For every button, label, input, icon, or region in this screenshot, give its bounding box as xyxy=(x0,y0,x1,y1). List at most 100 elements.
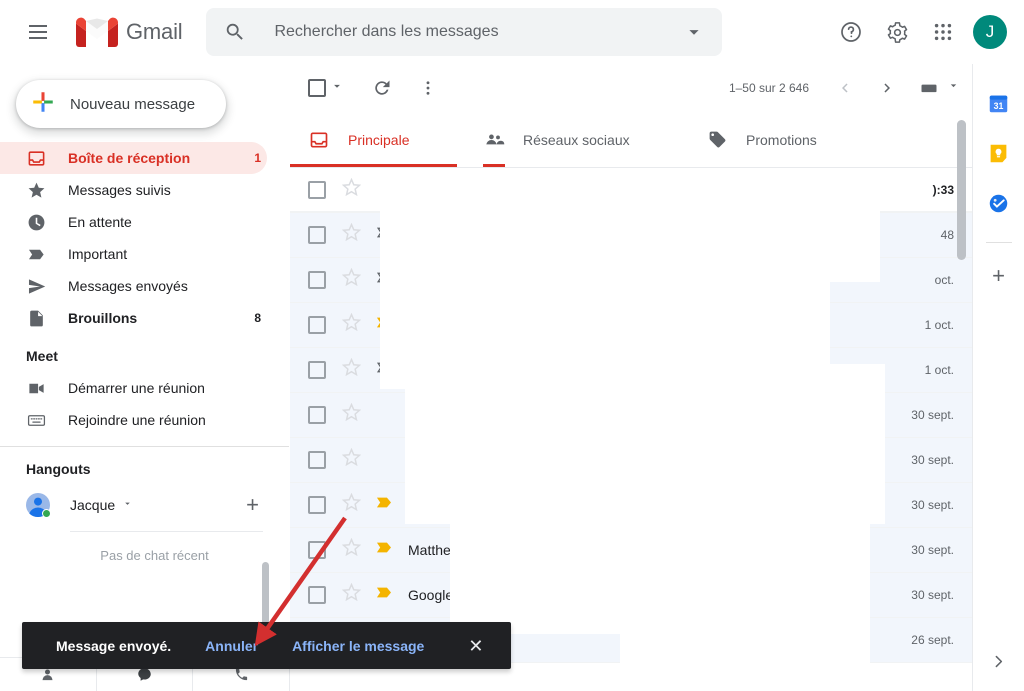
sidebar-item-important[interactable]: Important xyxy=(0,238,267,270)
hangouts-add-button[interactable]: + xyxy=(246,494,259,516)
table-row[interactable]: 1 oct. xyxy=(290,303,972,348)
important-icon[interactable] xyxy=(376,359,394,381)
table-row[interactable]: WordP 48 xyxy=(290,213,972,258)
undo-link[interactable]: Annuler xyxy=(205,638,258,654)
hangouts-divider xyxy=(70,531,263,532)
row-checkbox[interactable] xyxy=(308,271,326,289)
gmail-logo: Gmail xyxy=(76,17,183,48)
search-options-chevron-down-icon[interactable] xyxy=(674,12,714,52)
chevron-down-icon[interactable] xyxy=(122,496,133,514)
google-keep-icon[interactable] xyxy=(988,142,1010,164)
star-icon[interactable] xyxy=(341,537,362,562)
sidebar-item-sent[interactable]: Messages envoyés xyxy=(0,270,267,302)
table-row[interactable]: 30 sept. xyxy=(290,483,972,528)
previous-page-icon[interactable] xyxy=(825,68,865,108)
row-checkbox[interactable] xyxy=(308,316,326,334)
message-rows: ):33 WordP 48 oct. 1 oct. 1 oct. 30 sept. 30 se… xyxy=(290,168,972,663)
hangouts-account[interactable]: Jacque + xyxy=(0,485,289,525)
hangouts-section-title: Hangouts xyxy=(26,461,91,477)
google-calendar-icon[interactable]: 31 xyxy=(988,92,1010,114)
next-page-icon[interactable] xyxy=(867,68,907,108)
hangouts-avatar-icon xyxy=(26,493,51,518)
star-icon[interactable] xyxy=(341,177,362,202)
close-icon[interactable]: ✕ xyxy=(468,637,483,655)
table-row[interactable]: 30 sept. xyxy=(290,393,972,438)
sidebar-item-label: Important xyxy=(68,246,128,262)
help-icon[interactable] xyxy=(829,10,873,54)
table-row[interactable]: oct. xyxy=(290,258,972,303)
message-sender: WordP xyxy=(408,227,451,243)
category-tabs: Principale Réseaux sociaux Promotions xyxy=(290,112,972,168)
message-date: 30 sept. xyxy=(911,453,954,467)
sidebar-nav: Boîte de réception 1 Messages suivis En … xyxy=(0,142,289,334)
table-row[interactable]: Google Se 30 sept. xyxy=(290,573,972,618)
row-checkbox[interactable] xyxy=(308,496,326,514)
row-checkbox[interactable] xyxy=(308,541,326,559)
toast-message: Message envoyé. xyxy=(56,637,172,654)
tab-promotions[interactable]: Promotions xyxy=(706,112,906,167)
row-checkbox[interactable] xyxy=(308,406,326,424)
sidebar-item-snoozed[interactable]: En attente xyxy=(0,206,267,238)
compose-button[interactable]: Nouveau message xyxy=(16,80,226,128)
sidebar-item-join-meeting[interactable]: Rejoindre une réunion xyxy=(0,404,267,436)
avatar[interactable]: J xyxy=(973,15,1007,49)
row-checkbox[interactable] xyxy=(308,586,326,604)
list-toolbar: 1–50 sur 2 646 xyxy=(290,64,972,112)
draft-icon xyxy=(26,308,46,328)
row-checkbox[interactable] xyxy=(308,181,326,199)
tab-label: Promotions xyxy=(746,131,817,148)
expand-panel-chevron-right-icon[interactable] xyxy=(990,653,1007,675)
message-date: 1 oct. xyxy=(924,318,954,332)
apps-grid-icon[interactable] xyxy=(921,10,965,54)
star-icon[interactable] xyxy=(341,222,362,247)
tab-principale[interactable]: Principale xyxy=(290,112,483,167)
table-row[interactable]: 30 sept. xyxy=(290,438,972,483)
row-checkbox[interactable] xyxy=(308,451,326,469)
table-row[interactable]: ):33 xyxy=(290,168,972,213)
select-all-chevron-down-icon[interactable] xyxy=(330,79,344,98)
important-icon[interactable] xyxy=(376,584,394,606)
important-icon[interactable] xyxy=(376,539,394,561)
sidebar-item-start-meeting[interactable]: Démarrer une réunion xyxy=(0,372,267,404)
main-menu-icon[interactable] xyxy=(14,8,62,56)
star-icon[interactable] xyxy=(341,402,362,427)
tab-reseaux-sociaux[interactable]: Réseaux sociaux xyxy=(483,112,706,167)
star-icon[interactable] xyxy=(341,267,362,292)
star-icon[interactable] xyxy=(341,447,362,472)
sidebar-item-inbox[interactable]: Boîte de réception 1 xyxy=(0,142,267,174)
table-row[interactable]: Matthew V 30 sept. xyxy=(290,528,972,573)
important-icon[interactable] xyxy=(376,224,394,246)
google-tasks-icon[interactable] xyxy=(988,192,1010,214)
row-checkbox[interactable] xyxy=(308,361,326,379)
input-tools-chevron-down-icon[interactable] xyxy=(947,79,960,97)
more-options-icon[interactable] xyxy=(408,68,448,108)
message-date: oct. xyxy=(934,273,954,287)
message-list-pane: 1–50 sur 2 646 Principale Réseaux sociau… xyxy=(290,64,972,691)
refresh-icon[interactable] xyxy=(362,68,402,108)
message-list-scrollbar[interactable] xyxy=(957,120,966,260)
view-message-link[interactable]: Afficher le message xyxy=(292,638,424,654)
add-addon-button[interactable]: + xyxy=(992,265,1005,287)
input-tools-icon[interactable] xyxy=(909,68,949,108)
star-icon[interactable] xyxy=(341,312,362,337)
hangouts-user-name: Jacque xyxy=(70,497,116,513)
sidebar-item-label: Boîte de réception xyxy=(68,150,191,166)
search-bar[interactable] xyxy=(206,8,723,56)
important-icon[interactable] xyxy=(376,269,394,291)
sidebar-item-starred[interactable]: Messages suivis xyxy=(0,174,267,206)
sidebar-item-drafts[interactable]: Brouillons 8 xyxy=(0,302,267,334)
top-bar: Gmail Rechercher dans les messages J xyxy=(0,0,1024,64)
select-all-checkbox[interactable] xyxy=(308,79,344,98)
row-checkbox[interactable] xyxy=(308,226,326,244)
table-row[interactable]: 1 oct. xyxy=(290,348,972,393)
gear-icon[interactable] xyxy=(875,10,919,54)
sent-toast: Message envoyé. Annuler Afficher le mess… xyxy=(22,622,512,669)
important-icon[interactable] xyxy=(376,314,394,336)
people-icon xyxy=(483,129,505,151)
message-date: 1 oct. xyxy=(924,363,954,377)
star-icon[interactable] xyxy=(341,582,362,607)
search-input[interactable] xyxy=(274,23,675,41)
star-icon[interactable] xyxy=(341,492,362,517)
important-icon[interactable] xyxy=(376,494,394,516)
star-icon[interactable] xyxy=(341,357,362,382)
